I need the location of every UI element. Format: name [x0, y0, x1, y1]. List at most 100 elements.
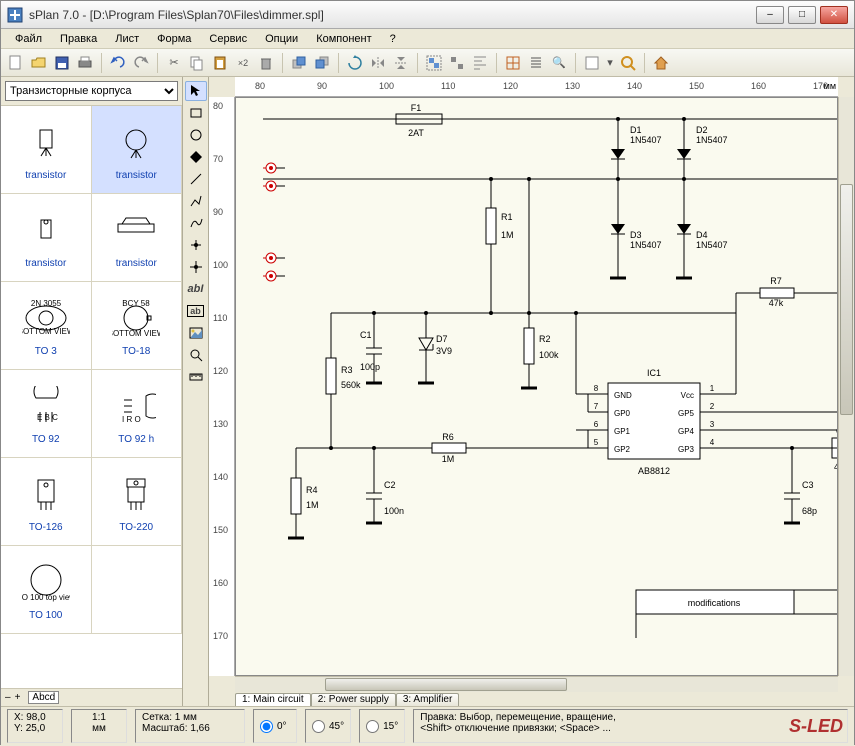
- library-select[interactable]: Транзисторные корпуса: [5, 81, 178, 101]
- menubar: Файл Правка Лист Форма Сервис Опции Комп…: [1, 29, 854, 49]
- lib-item-transistor-4[interactable]: transistor: [92, 194, 183, 282]
- measure-tool[interactable]: [185, 367, 207, 387]
- line-tool[interactable]: [185, 169, 207, 189]
- svg-text:7: 7: [594, 402, 599, 411]
- snap-button[interactable]: [502, 52, 524, 74]
- save-button[interactable]: [51, 52, 73, 74]
- print-button[interactable]: [74, 52, 96, 74]
- lib-item-to92[interactable]: E B C TO 92: [1, 370, 92, 458]
- svg-text:E B C: E B C: [37, 413, 58, 422]
- close-button[interactable]: ✕: [820, 6, 848, 24]
- lib-sort[interactable]: Abcd: [28, 691, 59, 704]
- front-button[interactable]: [288, 52, 310, 74]
- dropdown-icon[interactable]: ▾: [604, 52, 616, 74]
- lib-item-to3[interactable]: 2N 3055BOTTOM VIEW TO 3: [1, 282, 92, 370]
- undo-button[interactable]: [107, 52, 129, 74]
- angle45-radio[interactable]: [312, 720, 325, 733]
- select-tool[interactable]: [185, 81, 207, 101]
- svg-text:R3: R3: [341, 365, 353, 375]
- textblock-tool[interactable]: ab: [185, 301, 207, 321]
- menu-component[interactable]: Компонент: [308, 31, 379, 47]
- scroll-thumb[interactable]: [325, 678, 566, 691]
- horizontal-scrollbar[interactable]: [235, 676, 838, 692]
- text-tool[interactable]: abI: [185, 279, 207, 299]
- wire-tool[interactable]: [185, 191, 207, 211]
- vertical-scrollbar[interactable]: [838, 97, 854, 676]
- lib-next[interactable]: +: [15, 692, 21, 703]
- status-angle0[interactable]: 0°: [253, 709, 297, 743]
- lib-item-label: transistor: [116, 170, 157, 181]
- svg-text:1: 1: [710, 384, 715, 393]
- svg-text:1M: 1M: [501, 230, 514, 240]
- maximize-button[interactable]: □: [788, 6, 816, 24]
- menu-options[interactable]: Опции: [257, 31, 306, 47]
- rect-tool[interactable]: [185, 103, 207, 123]
- polygon-tool[interactable]: [185, 147, 207, 167]
- junction-tool[interactable]: [185, 257, 207, 277]
- spline-tool[interactable]: [185, 213, 207, 233]
- lib-prev[interactable]: –: [5, 692, 11, 703]
- back-button[interactable]: [311, 52, 333, 74]
- open-button[interactable]: [28, 52, 50, 74]
- svg-text:100k: 100k: [539, 350, 559, 360]
- properties-button[interactable]: [581, 52, 603, 74]
- mirror-h-button[interactable]: [367, 52, 389, 74]
- align-button[interactable]: [469, 52, 491, 74]
- svg-text:TO 100 top view: TO 100 top view: [22, 593, 70, 602]
- list-button[interactable]: [525, 52, 547, 74]
- lib-item-to18[interactable]: BCY 58BOTTOM VIEW TO-18: [92, 282, 183, 370]
- zoom-tool[interactable]: [185, 345, 207, 365]
- lib-item-label: transistor: [25, 258, 66, 269]
- delete-button[interactable]: [255, 52, 277, 74]
- menu-help[interactable]: ?: [382, 31, 404, 47]
- lib-item-transistor-1[interactable]: transistor: [1, 106, 92, 194]
- schematic-canvas[interactable]: F1 2AT D1 1N5407: [235, 97, 838, 676]
- rotate-button[interactable]: [344, 52, 366, 74]
- lib-item-transistor-2[interactable]: transistor: [92, 106, 183, 194]
- menu-service[interactable]: Сервис: [201, 31, 255, 47]
- scroll-thumb[interactable]: [840, 184, 853, 416]
- cut-button[interactable]: ✂: [163, 52, 185, 74]
- svg-text:GP0: GP0: [614, 409, 631, 418]
- menu-sheet[interactable]: Лист: [107, 31, 147, 47]
- home-button[interactable]: [650, 52, 672, 74]
- svg-text:BOTTOM VIEW: BOTTOM VIEW: [112, 329, 160, 338]
- svg-text:3: 3: [710, 420, 715, 429]
- paste-button[interactable]: [209, 52, 231, 74]
- minimize-button[interactable]: –: [756, 6, 784, 24]
- svg-text:560k: 560k: [341, 380, 361, 390]
- redo-button[interactable]: [130, 52, 152, 74]
- angle0-radio[interactable]: [260, 720, 273, 733]
- find-button[interactable]: 🔍: [548, 52, 570, 74]
- lib-item-to126[interactable]: TO-126: [1, 458, 92, 546]
- zoomfit-button[interactable]: [617, 52, 639, 74]
- menu-edit[interactable]: Правка: [52, 31, 105, 47]
- svg-text:AB8812: AB8812: [638, 466, 670, 476]
- mirror-v-button[interactable]: [390, 52, 412, 74]
- tab-power-supply[interactable]: 2: Power supply: [311, 693, 396, 706]
- menu-form[interactable]: Форма: [149, 31, 199, 47]
- new-button[interactable]: [5, 52, 27, 74]
- tab-main-circuit[interactable]: 1: Main circuit: [235, 693, 311, 706]
- lib-item-to92h[interactable]: I R O TO 92 h: [92, 370, 183, 458]
- bitmap-tool[interactable]: [185, 323, 207, 343]
- svg-text:R2: R2: [539, 334, 551, 344]
- node-tool[interactable]: [185, 235, 207, 255]
- copy2-button[interactable]: ×2: [232, 52, 254, 74]
- menu-file[interactable]: Файл: [7, 31, 50, 47]
- lib-item-empty: [92, 546, 183, 634]
- status-angle15[interactable]: 15°: [359, 709, 405, 743]
- circle-tool[interactable]: [185, 125, 207, 145]
- lib-item-to220[interactable]: TO-220: [92, 458, 183, 546]
- svg-text:3V9: 3V9: [436, 346, 452, 356]
- svg-text:6: 6: [594, 420, 599, 429]
- tab-amplifier[interactable]: 3: Amplifier: [396, 693, 459, 706]
- lib-item-transistor-3[interactable]: transistor: [1, 194, 92, 282]
- status-angle45[interactable]: 45°: [305, 709, 351, 743]
- angle15-radio[interactable]: [366, 720, 379, 733]
- lib-item-to100[interactable]: TO 100 top view TO 100: [1, 546, 92, 634]
- group-button[interactable]: [423, 52, 445, 74]
- statusbar: X: 98,0 Y: 25,0 1:1мм Сетка: 1 мм Масшта…: [1, 706, 854, 746]
- ungroup-button[interactable]: [446, 52, 468, 74]
- copy-button[interactable]: [186, 52, 208, 74]
